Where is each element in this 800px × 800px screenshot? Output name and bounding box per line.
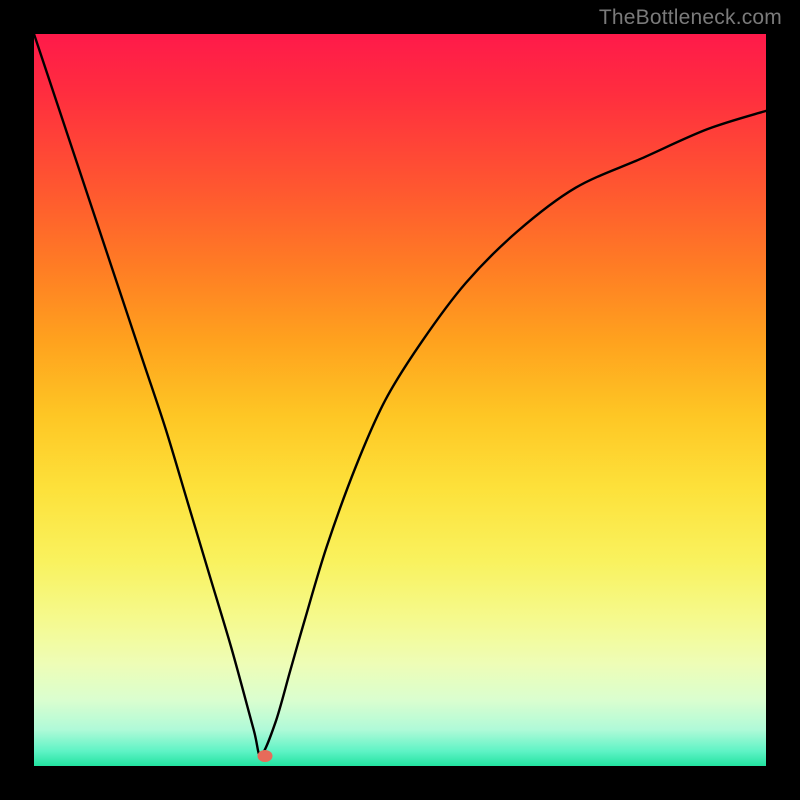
chart-curve-path <box>34 34 766 755</box>
watermark-text: TheBottleneck.com <box>599 6 782 30</box>
chart-minimum-marker <box>257 750 272 762</box>
chart-plot-area <box>34 34 766 766</box>
chart-curve-svg <box>34 34 766 766</box>
